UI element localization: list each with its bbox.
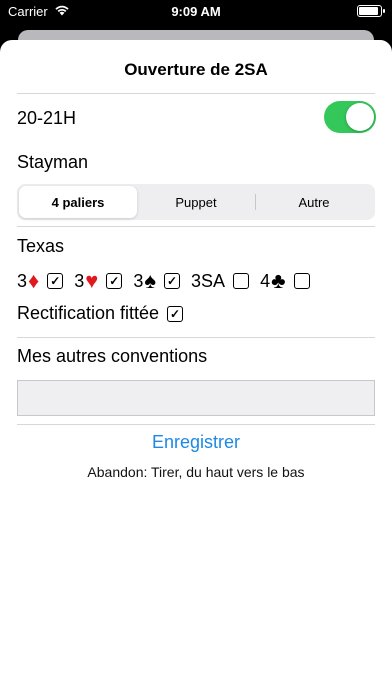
dismiss-hint: Abandon: Tirer, du haut vers le bas [87, 464, 305, 480]
modal-sheet: Ouverture de 2SA 20-21H Stayman 4 palier… [0, 40, 392, 696]
range-toggle[interactable] [324, 101, 376, 133]
texas-3-spade-checkbox[interactable]: ✓ [164, 273, 181, 289]
texas-options: 3 ♦ ✓ 3 ♥ ✓ 3 ♠ ✓ 3SA 4 ♣ [17, 268, 321, 294]
save-button[interactable]: Enregistrer [0, 432, 392, 453]
texas-level: 3 [17, 270, 28, 291]
texas-4-club: 4 ♣ [260, 268, 310, 294]
divider [17, 424, 375, 425]
texas-3-diamond: 3 ♦ ✓ [17, 268, 64, 294]
segment-4-paliers[interactable]: 4 paliers [19, 186, 137, 218]
toggle-knob [346, 103, 374, 131]
club-icon: ♣ [271, 268, 286, 293]
texas-level: 4 [260, 270, 271, 291]
segment-puppet[interactable]: Puppet [137, 186, 255, 218]
texas-3-spade: 3 ♠ ✓ [133, 268, 181, 294]
status-time: 9:09 AM [171, 4, 221, 19]
texas-label: Texas [17, 236, 65, 256]
sheet-title: Ouverture de 2SA [124, 60, 268, 79]
diamond-icon: ♦ [28, 268, 40, 293]
other-conventions-input[interactable] [17, 380, 375, 416]
texas-level: 3SA [191, 270, 226, 291]
heart-icon: ♥ [85, 268, 99, 293]
texas-3sa: 3SA [191, 270, 250, 292]
other-conventions-label: Mes autres conventions [17, 346, 208, 366]
texas-level: 3 [133, 270, 144, 291]
spade-icon: ♠ [144, 268, 157, 293]
texas-level: 3 [74, 270, 85, 291]
texas-3-heart-checkbox[interactable]: ✓ [106, 273, 123, 289]
stayman-segmented-control: 4 paliers Puppet Autre [17, 184, 375, 220]
texas-4-club-checkbox[interactable] [293, 273, 310, 289]
divider [17, 337, 375, 338]
texas-3-diamond-checkbox[interactable]: ✓ [47, 273, 64, 289]
divider [17, 93, 375, 94]
texas-3-heart: 3 ♥ ✓ [74, 268, 123, 294]
range-label: 20-21H [17, 108, 77, 128]
stayman-label: Stayman [17, 152, 89, 172]
rectification-label: Rectification fittée [17, 303, 160, 323]
segment-divider [255, 194, 256, 210]
rectification-row: Rectification fittée ✓ [17, 303, 184, 324]
segment-autre[interactable]: Autre [255, 186, 373, 218]
status-bar: Carrier 9:09 AM [0, 0, 392, 24]
battery-icon [357, 5, 385, 17]
divider [17, 226, 375, 227]
rectification-checkbox[interactable]: ✓ [167, 305, 184, 322]
texas-3sa-checkbox[interactable] [233, 273, 250, 289]
